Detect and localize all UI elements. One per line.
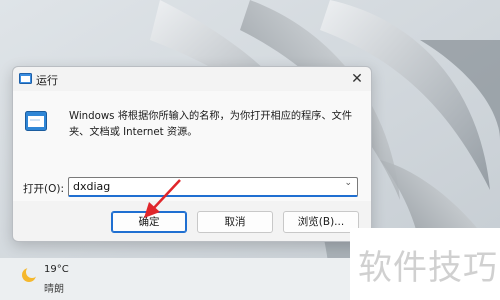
open-combobox[interactable]: dxdiag ⌄ — [68, 177, 358, 197]
browse-button[interactable]: 浏览(B)... — [283, 211, 359, 233]
open-input-value[interactable]: dxdiag — [73, 180, 110, 193]
watermark-text: 软件技巧 — [358, 248, 498, 288]
dialog-title: 运行 — [36, 74, 58, 87]
crescent-moon-icon[interactable] — [20, 266, 38, 284]
cancel-button[interactable]: 取消 — [197, 211, 273, 233]
run-dialog: 运行 ✕ Windows 将根据你所输入的名称，为你打开相应的程序、文件夹、文档… — [12, 66, 372, 242]
close-button[interactable]: ✕ — [347, 69, 367, 89]
run-icon — [19, 73, 32, 84]
chevron-down-icon[interactable]: ⌄ — [344, 178, 352, 188]
weather-condition[interactable]: 晴朗 — [44, 280, 64, 295]
title-bar[interactable]: 运行 ✕ — [13, 67, 371, 91]
weather-temperature[interactable]: 19°C — [44, 264, 69, 275]
ok-button[interactable]: 确定 — [111, 211, 187, 233]
watermark: 软件技巧 — [350, 228, 500, 300]
dialog-body: Windows 将根据你所输入的名称，为你打开相应的程序、文件夹、文档或 Int… — [13, 91, 371, 201]
open-label: 打开(O): — [23, 183, 64, 195]
dialog-description: Windows 将根据你所输入的名称，为你打开相应的程序、文件夹、文档或 Int… — [69, 111, 353, 138]
program-icon — [25, 111, 47, 131]
